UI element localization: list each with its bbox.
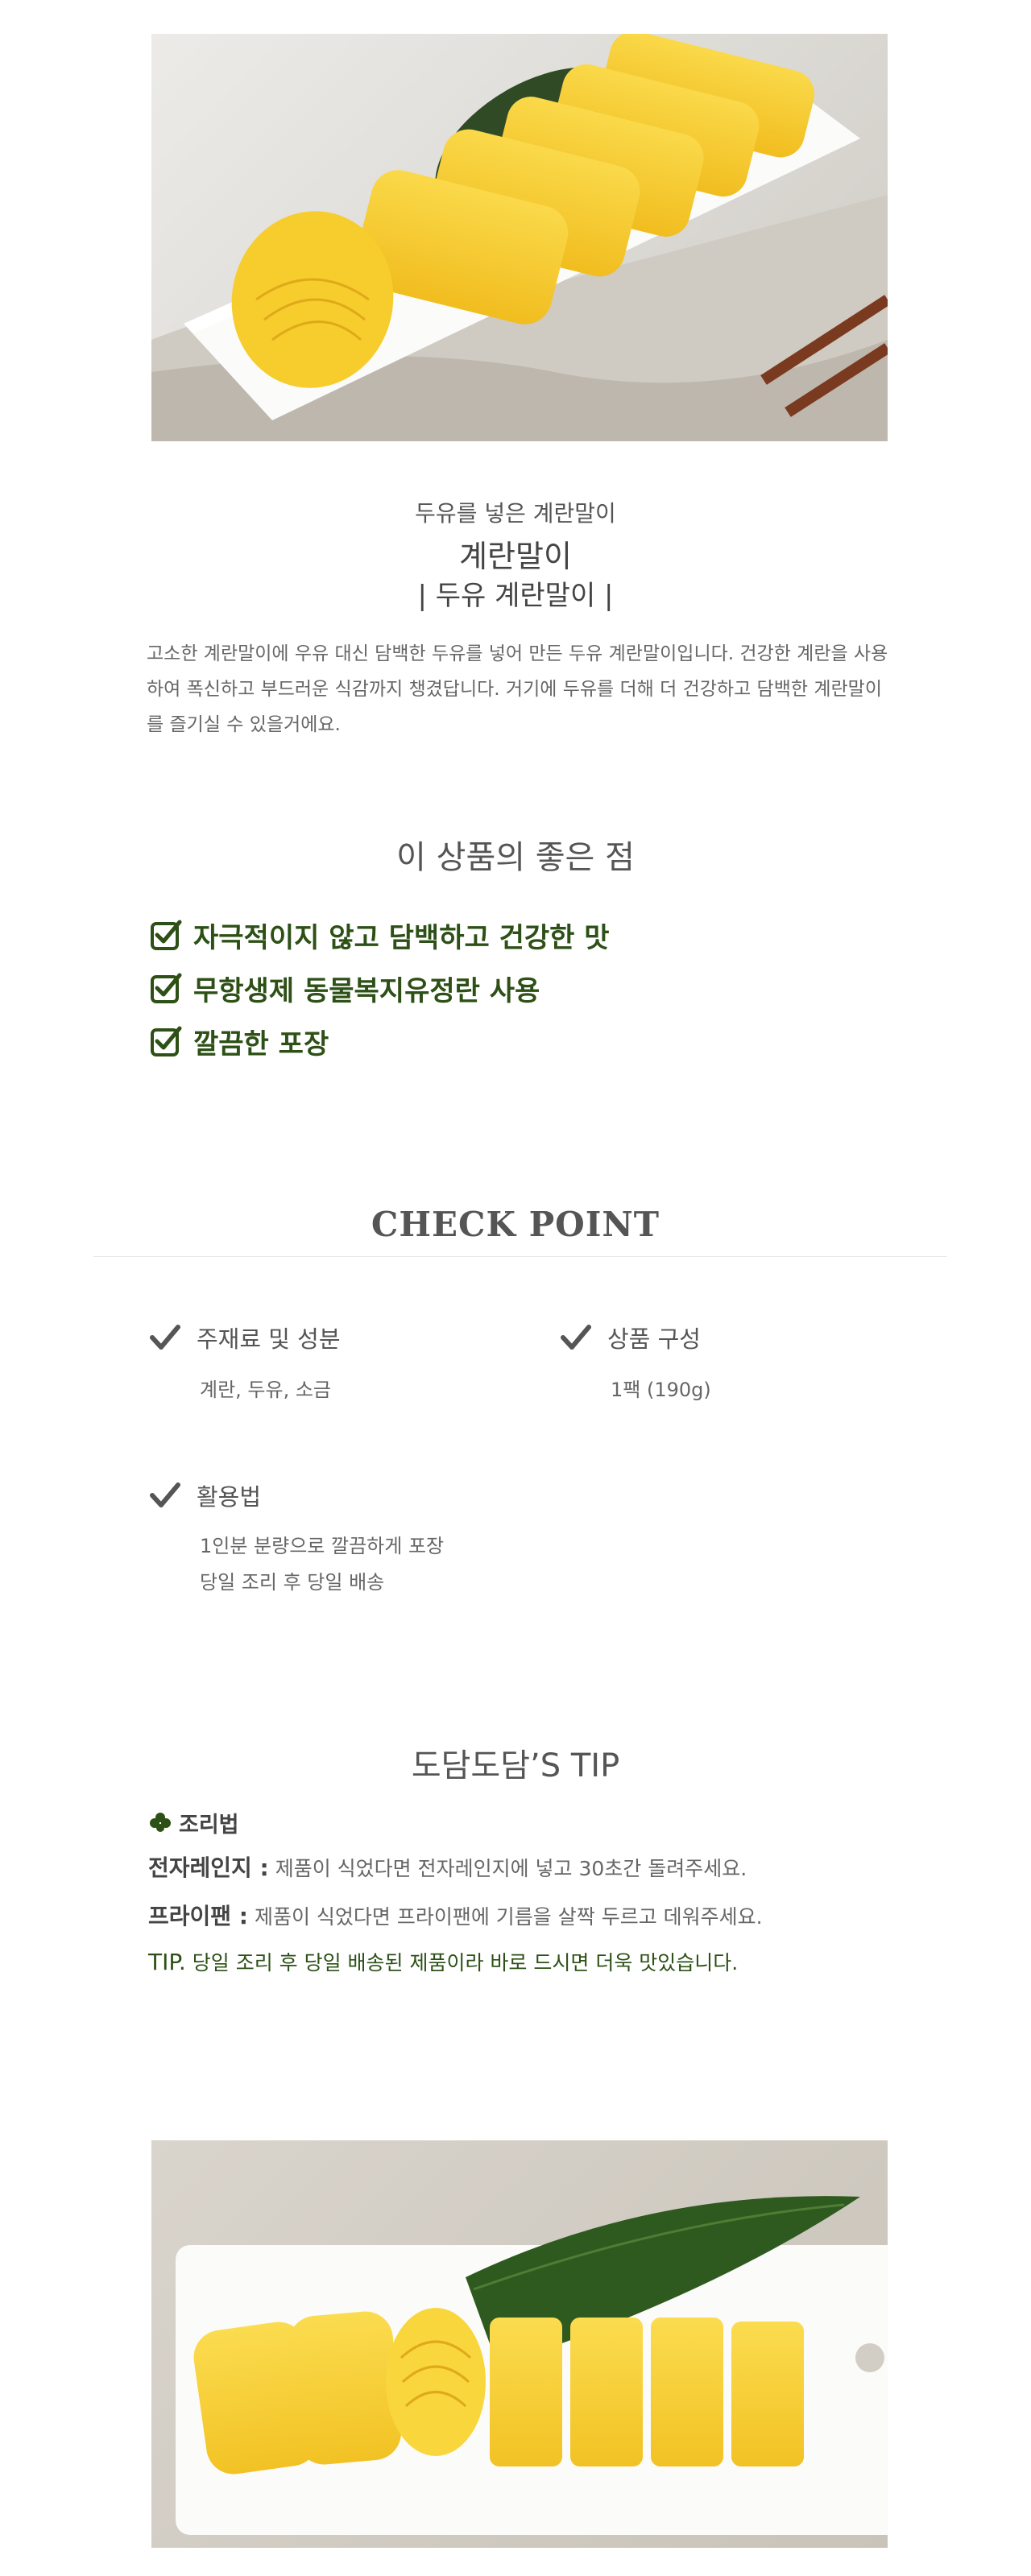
divider [93,1256,947,1257]
howto-label: 조리법 [179,1813,239,1838]
checkbox-icon [151,920,182,950]
microwave-label: 전자레인지 : [148,1854,269,1881]
checkbox-icon [151,1026,182,1056]
product-photo-top [151,34,888,441]
usage-label: 활용법 [197,1483,262,1511]
product-subtitle: 두유를 넣은 계란말이 [415,500,616,527]
good-points-list: 자극적이지 않고 담백하고 건강한 맛 무항생제 동물복지유정란 사용 깔끔한 … [150,908,610,1068]
pan-text: 제품이 식었다면 프라이팬에 기름을 살짝 두르고 데워주세요. [254,1905,763,1929]
composition-label: 상품 구성 [607,1325,701,1353]
good-points-heading: 이 상품의 좋은 점 [396,839,635,876]
check-composition: 상품 구성 1팩 (190g) [561,1321,711,1408]
checkmark-icon [561,1325,591,1350]
check-usage: 활용법 1인분 분량으로 깔끔하게 포장 당일 조리 후 당일 배송 [150,1478,444,1601]
clover-icon [150,1812,171,1832]
tip-text: 당일 조리 후 당일 배송된 제품이라 바로 드시면 더욱 맛있습니다. [192,1951,739,1974]
ingredients-label: 주재료 및 성분 [197,1325,341,1353]
check-ingredients: 주재료 및 성분 계란, 두유, 소금 [150,1321,341,1408]
composition-value: 1팩 (190g) [611,1379,711,1401]
usage-line-1: 1인분 분량으로 깔끔하게 포장 [200,1535,445,1557]
product-title: 계란말이 [459,539,572,574]
pan-label: 프라이팬 : [148,1903,248,1929]
checkmark-icon [150,1482,180,1507]
product-title-bracket: | 두유 계란말이 | [417,580,614,612]
good-point-label: 무항생제 동물복지유정란 사용 [193,974,540,1007]
good-point-item: 무항생제 동물복지유정란 사용 [150,961,610,1015]
tip-label: TIP. [148,1949,186,1975]
tip-heading: 도담도담’S TIP [411,1747,620,1784]
good-point-label: 자극적이지 않고 담백하고 건강한 맛 [193,921,610,954]
tip-microwave: 전자레인지 : 제품이 식었다면 전자레인지에 넣고 30초간 돌려주세요. [148,1850,747,1883]
checkbox-icon [151,973,182,1003]
good-point-item: 깔끔한 포장 [150,1015,610,1068]
product-photo-bottom [151,2140,888,2548]
tip-pan: 프라이팬 : 제품이 식었다면 프라이팬에 기름을 살짝 두르고 데워주세요. [148,1899,763,1931]
tip-note: TIP. 당일 조리 후 당일 배송된 제품이라 바로 드시면 더욱 맛있습니다… [148,1947,738,1976]
good-point-item: 자극적이지 않고 담백하고 건강한 맛 [150,908,610,961]
usage-line-2: 당일 조리 후 당일 배송 [200,1571,385,1594]
good-point-label: 깔끔한 포장 [193,1028,329,1061]
howto-heading: 조리법 [148,1807,239,1838]
ingredients-value: 계란, 두유, 소금 [200,1379,331,1401]
checkmark-icon [150,1325,180,1350]
product-description: 고소한 계란말이에 우유 대신 담백한 두유를 넣어 만든 두유 계란말이입니다… [147,643,888,735]
microwave-text: 제품이 식었다면 전자레인지에 넣고 30초간 돌려주세요. [275,1857,747,1880]
check-point-heading: CHECK POINT [371,1205,660,1244]
